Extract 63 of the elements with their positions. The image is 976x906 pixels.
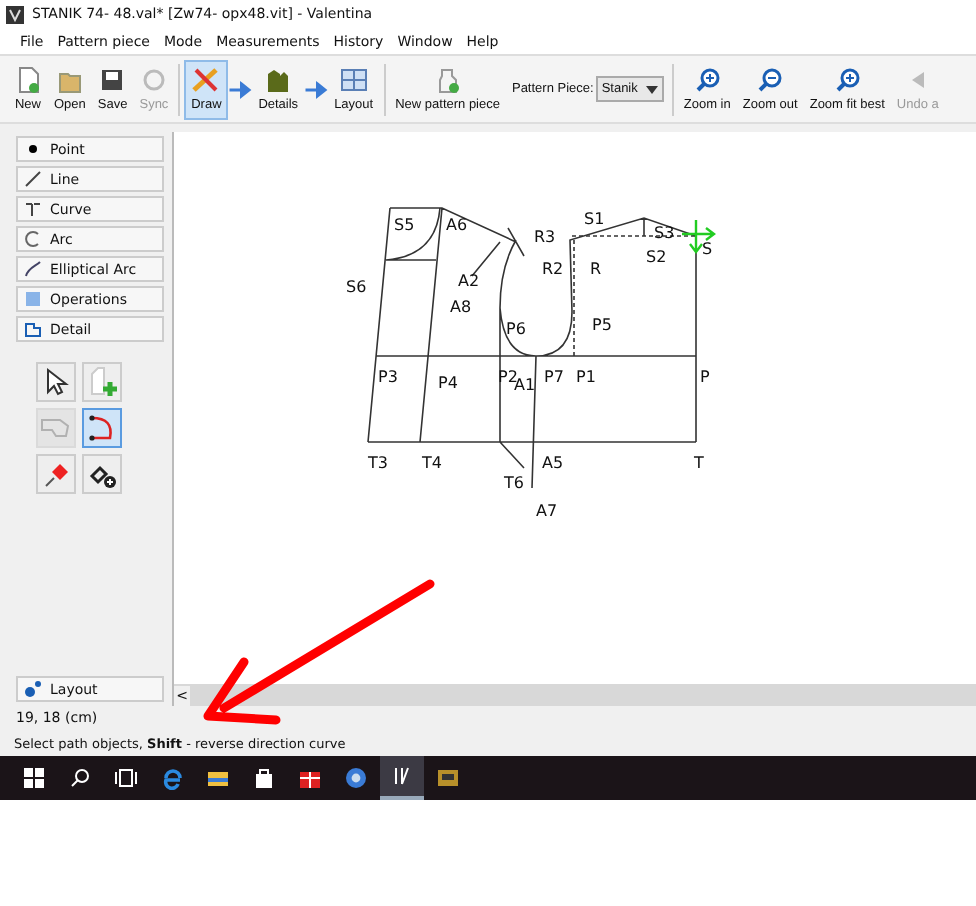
point-label: P3 xyxy=(378,368,398,386)
piece-plus-icon xyxy=(433,66,462,94)
task-view-icon xyxy=(114,766,138,790)
point-label: S6 xyxy=(346,278,367,296)
point-label: A5 xyxy=(542,454,564,472)
app-icon xyxy=(6,5,24,23)
point-label: T4 xyxy=(422,454,442,472)
point-label: P7 xyxy=(544,368,564,386)
point-label: S1 xyxy=(584,210,605,228)
caret-icon xyxy=(645,85,658,93)
point-label: A6 xyxy=(446,216,468,234)
point-label: A8 xyxy=(450,298,472,316)
point-label: A1 xyxy=(514,376,536,394)
point-label: T3 xyxy=(368,454,388,472)
tool-button[interactable] xyxy=(82,454,122,494)
point-label: A2 xyxy=(458,272,480,290)
add-piece-icon xyxy=(86,366,118,398)
point-label: P xyxy=(700,368,710,386)
point-label: S2 xyxy=(646,248,667,266)
point-label: T xyxy=(694,454,704,472)
point-label: R xyxy=(590,260,602,278)
point-label: S xyxy=(702,240,713,258)
layout-icon xyxy=(24,680,42,698)
folder-icon xyxy=(206,766,230,790)
arrow-icon xyxy=(304,79,329,99)
path-curve-icon xyxy=(86,412,118,444)
new-file-icon xyxy=(14,66,42,94)
point-label: A7 xyxy=(536,502,558,520)
valentina-icon xyxy=(390,764,414,788)
detail-icon xyxy=(24,320,42,338)
tool-button[interactable] xyxy=(36,362,76,402)
search-icon xyxy=(68,766,92,790)
windows-start-icon xyxy=(22,766,46,790)
zoom-fit-icon xyxy=(833,66,862,94)
zoom-out-icon xyxy=(756,66,785,94)
point-label: P6 xyxy=(506,320,526,338)
gift-icon xyxy=(298,766,322,790)
square-icon xyxy=(24,290,42,308)
pin-icon xyxy=(40,458,72,490)
point-label: R3 xyxy=(534,228,556,246)
zoom-in-icon xyxy=(693,66,722,94)
line-icon xyxy=(24,170,42,188)
sync-icon xyxy=(139,66,168,94)
point-label: R2 xyxy=(542,260,564,278)
store-bag-icon xyxy=(252,766,276,790)
arc-icon xyxy=(24,230,42,248)
tool-button[interactable] xyxy=(82,408,122,448)
point-label: P1 xyxy=(576,368,596,386)
layout-grid-icon xyxy=(337,66,370,94)
dot-icon xyxy=(24,140,42,158)
axis-handle-icon xyxy=(680,218,716,254)
point-label: T6 xyxy=(504,474,524,492)
arrow-icon xyxy=(228,79,253,99)
taskbar-icon[interactable] xyxy=(380,756,424,800)
point-label: P5 xyxy=(592,316,612,334)
point-label: P4 xyxy=(438,374,458,392)
pencil-ruler-icon xyxy=(190,66,223,94)
circle-app-icon xyxy=(344,766,368,790)
app-window-icon xyxy=(436,766,460,790)
curve-icon xyxy=(24,200,42,218)
browser-icon xyxy=(160,766,184,790)
point-label: S5 xyxy=(394,216,415,234)
elliptical-arc-icon xyxy=(24,260,42,278)
